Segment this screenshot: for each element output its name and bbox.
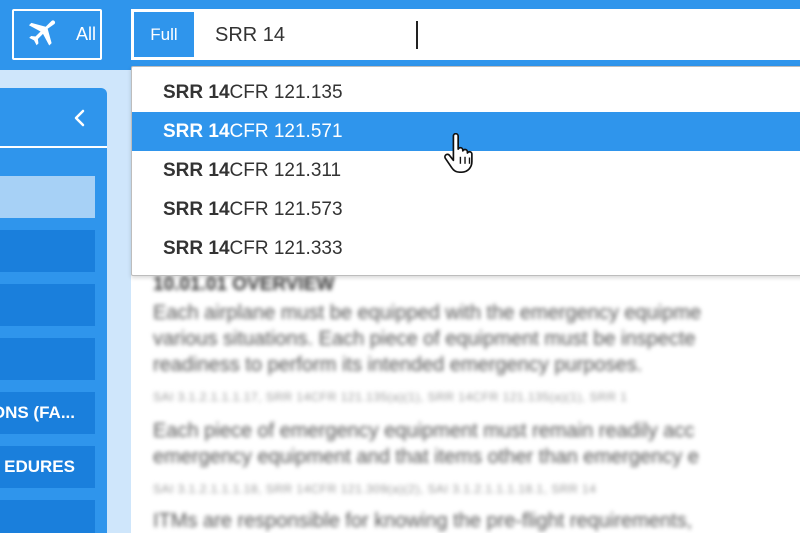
suggestion-rest: CFR 121.333 (229, 237, 343, 259)
sidebar-item[interactable] (0, 284, 95, 326)
text-caret (416, 21, 418, 49)
chevron-left-icon[interactable] (70, 108, 90, 128)
paragraph-line: ITMs are responsible for knowing the pre… (153, 510, 693, 532)
reference-links[interactable]: SAI 3.1.2.1.1.1.17, SRR 14CFR 121.135(a)… (153, 390, 627, 404)
search-input[interactable] (215, 17, 775, 53)
sidebar-item[interactable] (0, 230, 95, 272)
paragraph-line: emergency equipment and that items other… (153, 446, 699, 468)
section-title: 10.01.01 OVERVIEW (153, 274, 335, 295)
suggestion-match: SRR 14 (163, 81, 230, 103)
suggestion-item[interactable]: SRR 14 CFR 121.333 (132, 229, 800, 268)
suggestion-item[interactable]: SRR 14 CFR 121.573 (132, 190, 800, 229)
sidebar-item[interactable] (0, 500, 95, 533)
suggestion-match: SRR 14 (163, 198, 230, 220)
suggestion-match: SRR 14 (163, 120, 230, 142)
suggestion-rest: CFR 121.571 (229, 120, 343, 142)
sidebar-item-procedures[interactable]: EDURES (0, 446, 95, 488)
paragraph-line: Each piece of emergency equipment must r… (153, 420, 695, 442)
top-bar: All Full (0, 0, 800, 70)
paragraph-line: readiness to perform its intended emerge… (153, 354, 643, 376)
suggestion-rest: CFR 121.135 (229, 81, 343, 103)
suggestion-match: SRR 14 (163, 237, 230, 259)
suggestion-rest: CFR 121.573 (229, 198, 343, 220)
suggestion-item[interactable]: SRR 14 CFR 121.135 (132, 73, 800, 112)
sidebar-item[interactable] (0, 338, 95, 380)
suggestion-match: SRR 14 (163, 159, 230, 181)
hand-pointer-icon (444, 133, 473, 174)
full-search-button[interactable]: Full (134, 12, 194, 57)
sidebar-item[interactable] (0, 176, 95, 218)
suggestion-rest: CFR 121.311 (229, 159, 342, 181)
filter-all-button[interactable]: All (12, 9, 102, 60)
search-box: Full (131, 9, 800, 60)
filter-all-label: All (76, 24, 97, 44)
paragraph-line: various situations. Each piece of equipm… (153, 328, 696, 350)
reference-links[interactable]: SAI 3.1.2.1.1.1.18, SRR 14CFR 121.309(a)… (153, 482, 596, 496)
sidebar-item-operations[interactable]: ONS (FA... (0, 392, 95, 434)
paragraph-line: Each airplane must be equipped with the … (153, 302, 702, 324)
airplane-icon (28, 19, 56, 45)
sidebar: ONS (FA... EDURES (0, 88, 107, 533)
sidebar-header (0, 88, 107, 148)
